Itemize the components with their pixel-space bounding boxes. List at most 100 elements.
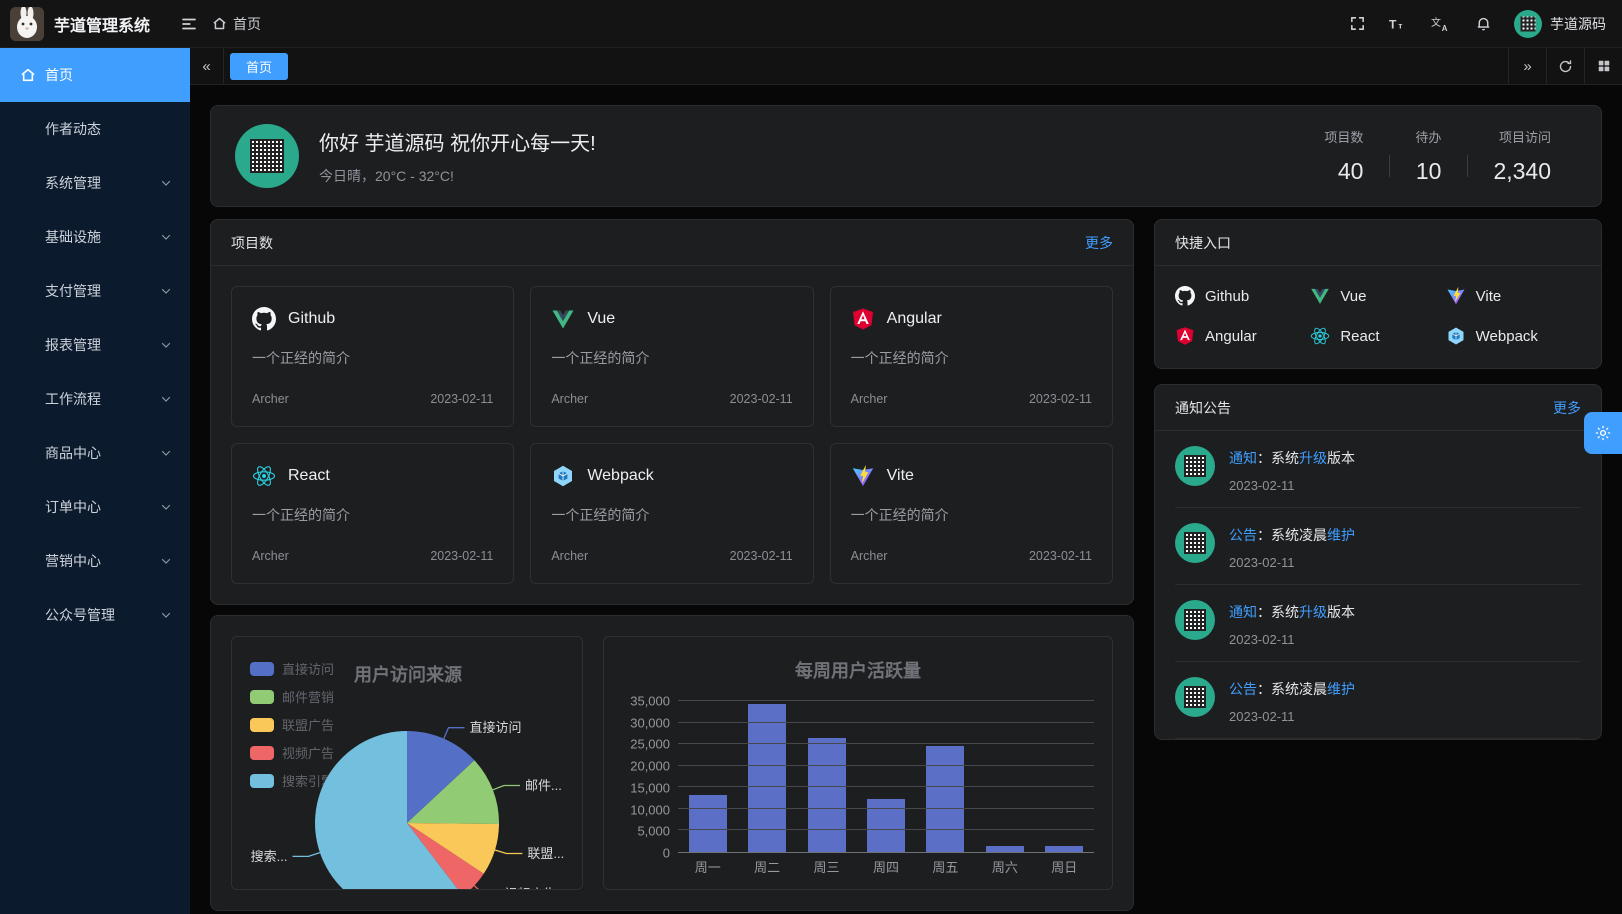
sidebar-item-label: 商品中心	[45, 443, 160, 463]
quick-entry-vite[interactable]: Vite	[1446, 286, 1581, 306]
sidebar-item-6[interactable]: 工作流程	[0, 372, 190, 426]
sidebar-item-4[interactable]: 支付管理	[0, 264, 190, 318]
sidebar-item-2[interactable]: 系统管理	[0, 156, 190, 210]
sidebar-item-label: 支付管理	[45, 281, 160, 301]
pie-label-line	[474, 886, 499, 890]
project-name: Vue	[587, 310, 615, 328]
y-tick-label: 5,000	[637, 824, 670, 839]
sidebar-item-label: 订单中心	[45, 497, 160, 517]
sidebar-item-5[interactable]: 报表管理	[0, 318, 190, 372]
bar-周一[interactable]	[689, 795, 727, 852]
bar-y-axis: 05,00010,00015,00020,00025,00030,00035,0…	[622, 701, 678, 853]
stat-待办: 待办10	[1389, 127, 1467, 185]
bar-周六[interactable]	[986, 846, 1024, 852]
bar-周四[interactable]	[867, 799, 905, 852]
sidebar-item-label: 作者动态	[45, 119, 172, 139]
quick-entry-github[interactable]: Github	[1175, 286, 1310, 306]
language-icon[interactable]: 文 A	[1424, 7, 1458, 41]
settings-fab-button[interactable]	[1584, 412, 1622, 454]
project-card-webpack[interactable]: Webpack一个正经的简介Archer2023-02-11	[530, 443, 813, 584]
pie-slice-label: 邮件...	[525, 778, 562, 793]
chevron-down-icon	[160, 609, 172, 621]
pie-slice-label: 视频广告	[504, 886, 556, 890]
sidebar-item-home[interactable]: 首页	[0, 48, 190, 102]
y-tick-label: 25,000	[630, 737, 670, 752]
notice-text: 公告：系统凌晨维护	[1229, 679, 1355, 699]
projects-card: 项目数 更多 Github一个正经的简介Archer2023-02-11Vue一…	[210, 219, 1134, 605]
pie-chart[interactable]: 直接访问邮件...联盟...视频广告搜索...	[232, 677, 582, 890]
quick-entry-webpack[interactable]: Webpack	[1446, 326, 1581, 346]
sidebar-item-8[interactable]: 订单中心	[0, 480, 190, 534]
sidebar-item-label: 系统管理	[45, 173, 160, 193]
bar-chart[interactable]: 05,00010,00015,00020,00025,00030,00035,0…	[622, 701, 1094, 853]
notice-more-link[interactable]: 更多	[1553, 398, 1581, 418]
notice-item-0[interactable]: 通知：系统升级版本2023-02-11	[1175, 431, 1581, 508]
user-menu[interactable]: 芋道源码	[1514, 10, 1606, 38]
fullscreen-icon[interactable]	[1340, 7, 1374, 41]
notice-date: 2023-02-11	[1229, 478, 1355, 493]
notice-date: 2023-02-11	[1229, 555, 1355, 570]
x-tick-label: 周一	[678, 857, 737, 876]
vite-icon	[851, 464, 875, 488]
tab-bar: « 首页 »	[190, 48, 1622, 85]
project-card-vite[interactable]: Vite一个正经的简介Archer2023-02-11	[830, 443, 1113, 584]
welcome-title: 你好 芋道源码 祝你开心每一天!	[319, 127, 596, 156]
projects-more-link[interactable]: 更多	[1085, 233, 1113, 253]
legend-item-0[interactable]: 直接访问	[250, 659, 334, 678]
gridline	[678, 700, 1094, 701]
x-tick-label: 周四	[856, 857, 915, 876]
notification-bell-icon[interactable]	[1466, 7, 1500, 41]
pie-slice-label: 联盟...	[527, 846, 564, 861]
bar-周五[interactable]	[926, 746, 964, 852]
quick-entry-card: 快捷入口 GithubVueVite AngularReactWebpack	[1154, 219, 1602, 369]
font-size-icon[interactable]: T т	[1382, 7, 1416, 41]
pie-label-line	[493, 786, 520, 790]
refresh-button[interactable]	[1546, 48, 1584, 84]
bar-周三[interactable]	[808, 738, 846, 852]
sidebar-item-9[interactable]: 营销中心	[0, 534, 190, 588]
pie-label-line	[293, 853, 320, 857]
svg-text:文: 文	[1431, 16, 1441, 29]
notice-item-3[interactable]: 公告：系统凌晨维护2023-02-11	[1175, 662, 1581, 739]
quick-entry-angular[interactable]: Angular	[1175, 326, 1310, 346]
header-actions: T т 文 A 芋道源码	[1340, 7, 1606, 41]
project-card-react[interactable]: React一个正经的简介Archer2023-02-11	[231, 443, 514, 584]
breadcrumb-item-home[interactable]: 首页	[233, 14, 261, 34]
sidebar-item-label: 工作流程	[45, 389, 160, 409]
gridline	[678, 722, 1094, 723]
legend-label: 直接访问	[282, 659, 334, 678]
angular-icon	[851, 307, 875, 331]
notice-card-title: 通知公告	[1175, 398, 1231, 418]
sidebar-item-7[interactable]: 商品中心	[0, 426, 190, 480]
project-card-github[interactable]: Github一个正经的简介Archer2023-02-11	[231, 286, 514, 427]
tab-首页[interactable]: 首页	[230, 53, 288, 80]
sidebar-item-label: 报表管理	[45, 335, 160, 355]
quick-entry-title: 快捷入口	[1175, 233, 1231, 253]
quick-entry-react[interactable]: React	[1310, 326, 1445, 346]
stat-label: 项目访问	[1493, 127, 1551, 146]
tabs-scroll-right-button[interactable]: »	[1508, 48, 1546, 84]
legend-swatch	[250, 662, 274, 676]
project-date: 2023-02-11	[430, 392, 493, 406]
welcome-stats: 项目数40待办10项目访问2,340	[1298, 127, 1577, 185]
vue-icon	[1310, 286, 1330, 306]
notice-item-1[interactable]: 公告：系统凌晨维护2023-02-11	[1175, 508, 1581, 585]
y-tick-label: 30,000	[630, 715, 670, 730]
quick-entry-vue[interactable]: Vue	[1310, 286, 1445, 306]
sidebar-item-3[interactable]: 基础设施	[0, 210, 190, 264]
sidebar-item-10[interactable]: 公众号管理	[0, 588, 190, 642]
breadcrumb[interactable]: 首页	[212, 14, 261, 34]
notice-item-2[interactable]: 通知：系统升级版本2023-02-11	[1175, 585, 1581, 662]
tabs-scroll-left-button[interactable]: «	[190, 48, 224, 84]
sidebar-item-1[interactable]: 作者动态	[0, 102, 190, 156]
project-name: Vite	[887, 467, 914, 485]
project-card-vue[interactable]: Vue一个正经的简介Archer2023-02-11	[530, 286, 813, 427]
bar-周日[interactable]	[1045, 846, 1083, 852]
layout-grid-button[interactable]	[1584, 48, 1622, 84]
grid-icon	[1597, 59, 1611, 73]
project-desc: 一个正经的简介	[851, 505, 1092, 525]
project-card-angular[interactable]: Angular一个正经的简介Archer2023-02-11	[830, 286, 1113, 427]
quick-entry-grid: GithubVueVite AngularReactWebpack	[1155, 266, 1601, 368]
x-tick-label: 周五	[916, 857, 975, 876]
menu-fold-icon[interactable]	[172, 7, 206, 41]
